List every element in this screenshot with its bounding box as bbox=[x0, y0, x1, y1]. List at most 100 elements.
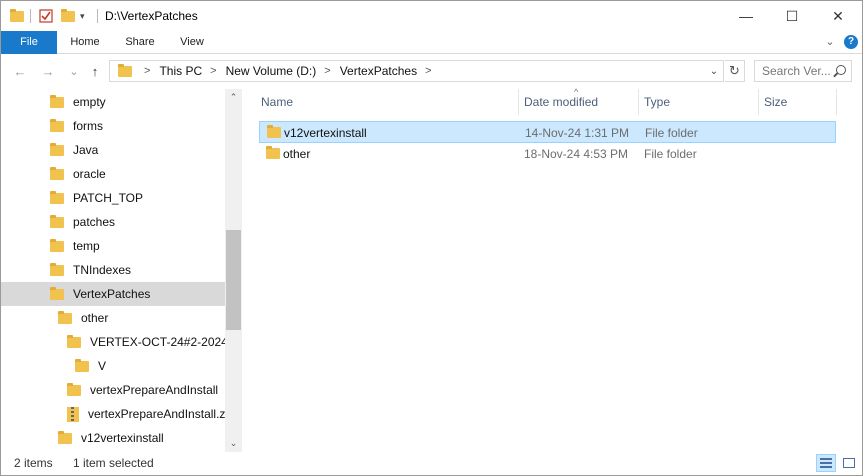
selection-count: 1 item selected bbox=[73, 456, 154, 470]
large-icons-view-icon bbox=[843, 458, 855, 468]
up-button[interactable]: ↑ bbox=[86, 62, 104, 80]
divider bbox=[30, 9, 31, 23]
search-icon[interactable] bbox=[836, 65, 846, 75]
divider bbox=[97, 9, 98, 23]
file-date-cell: 14-Nov-24 1:31 PM bbox=[525, 126, 630, 140]
tree-item-label: forms bbox=[73, 119, 103, 133]
tree-item-label: VertexPatches bbox=[73, 287, 151, 301]
folder-icon bbox=[50, 238, 64, 252]
zip-file-icon bbox=[67, 406, 79, 422]
breadcrumb-separator[interactable]: > bbox=[425, 65, 431, 77]
tab-share[interactable]: Share bbox=[116, 31, 164, 54]
column-header-type[interactable]: Type bbox=[638, 89, 758, 115]
folder-icon bbox=[50, 142, 64, 156]
tree-item-label: empty bbox=[73, 95, 106, 109]
tree-item-label: v12vertexinstall bbox=[81, 431, 164, 445]
back-button[interactable]: ← bbox=[11, 62, 29, 80]
breadcrumb-vertexpatches[interactable]: VertexPatches bbox=[340, 64, 417, 78]
scroll-up-button[interactable]: ⌃ bbox=[225, 89, 242, 106]
maximize-button[interactable]: ☐ bbox=[769, 1, 815, 31]
tree-item[interactable]: vertexPrepareAndInstall.zip bbox=[1, 402, 225, 426]
folder-icon bbox=[75, 358, 89, 372]
quick-access-folder-icon[interactable] bbox=[10, 7, 24, 25]
column-header-size[interactable]: Size bbox=[758, 89, 836, 115]
tree-item[interactable]: V bbox=[1, 354, 225, 378]
column-divider[interactable] bbox=[836, 89, 837, 115]
tree-item[interactable]: TNIndexes bbox=[1, 258, 225, 282]
tree-item-label: oracle bbox=[73, 167, 106, 181]
tree-item[interactable]: vertexPrepareAndInstall bbox=[1, 378, 225, 402]
navigation-scrollbar[interactable]: ⌃ ⌄ bbox=[225, 89, 242, 452]
details-view-button[interactable] bbox=[816, 454, 836, 472]
folder-icon bbox=[266, 146, 280, 159]
file-name-cell: other bbox=[283, 147, 311, 161]
help-icon[interactable]: ? bbox=[844, 35, 858, 49]
tree-item[interactable]: PATCH_TOP bbox=[1, 186, 225, 210]
tree-item-label: TNIndexes bbox=[73, 263, 132, 277]
tree-item[interactable]: patches bbox=[1, 210, 225, 234]
properties-checkbox-icon[interactable] bbox=[39, 7, 53, 25]
folder-icon bbox=[58, 430, 72, 444]
folder-icon bbox=[267, 125, 281, 138]
tree-item-label: Java bbox=[73, 143, 99, 157]
folder-icon bbox=[50, 262, 64, 276]
column-header-date[interactable]: Date modified bbox=[518, 89, 638, 115]
tree-item-label: vertexPrepareAndInstall.zip bbox=[88, 407, 225, 421]
expand-ribbon-icon[interactable]: ⌄ bbox=[821, 31, 839, 54]
file-date-cell: 18-Nov-24 4:53 PM bbox=[524, 147, 629, 161]
tree-item[interactable]: VERTEX-OCT-24#2-2024-1 bbox=[1, 330, 225, 354]
tab-home[interactable]: Home bbox=[61, 31, 109, 54]
tree-item[interactable]: empty bbox=[1, 90, 225, 114]
tree-item-label: V bbox=[98, 359, 107, 373]
tree-item-label: patches bbox=[73, 215, 116, 229]
window-title: D:\VertexPatches bbox=[105, 9, 198, 23]
file-type-cell: File folder bbox=[644, 147, 697, 161]
tree-item[interactable]: oracle bbox=[1, 162, 225, 186]
details-view-icon bbox=[820, 458, 832, 468]
folder-icon bbox=[50, 94, 64, 108]
folder-icon bbox=[50, 190, 64, 204]
file-row[interactable]: v12vertexinstall 14-Nov-24 1:31 PM File fo… bbox=[259, 121, 836, 143]
tab-file[interactable]: File bbox=[1, 31, 57, 54]
tree-item[interactable]: temp bbox=[1, 234, 225, 258]
column-header-name[interactable]: Name bbox=[255, 89, 517, 115]
file-row[interactable]: other 18-Nov-24 4:53 PM File folder bbox=[259, 143, 836, 165]
customize-toolbar-icon[interactable]: ▾ bbox=[80, 7, 85, 25]
address-bar[interactable]: > This PC > New Volume (D:) > VertexPatc… bbox=[109, 60, 724, 82]
large-icons-view-button[interactable] bbox=[839, 454, 859, 472]
tree-item-label: PATCH_TOP bbox=[73, 191, 144, 205]
tree-item[interactable]: other bbox=[1, 306, 225, 330]
tree-item[interactable]: forms bbox=[1, 114, 225, 138]
title-bar: ▾ D:\VertexPatches — ☐ ✕ bbox=[1, 1, 862, 31]
recent-locations-button[interactable]: ⌄ bbox=[65, 62, 83, 80]
tree-item[interactable]: Java bbox=[1, 138, 225, 162]
breadcrumb-separator: > bbox=[144, 65, 151, 77]
search-input[interactable]: Search Ver... bbox=[754, 60, 852, 82]
tree-item[interactable]: VertexPatches bbox=[1, 282, 225, 306]
address-dropdown-icon[interactable]: ⌄ bbox=[705, 61, 723, 81]
tree-item-label: vertexPrepareAndInstall bbox=[90, 383, 219, 397]
new-folder-icon[interactable] bbox=[61, 7, 75, 25]
breadcrumb-new-volume[interactable]: New Volume (D:) bbox=[226, 64, 317, 78]
refresh-button[interactable]: ↻ bbox=[725, 60, 745, 82]
folder-icon bbox=[50, 214, 64, 228]
tab-view[interactable]: View bbox=[169, 31, 215, 54]
scroll-down-button[interactable]: ⌄ bbox=[225, 435, 242, 452]
forward-button[interactable]: → bbox=[39, 62, 57, 80]
file-type-cell: File folder bbox=[645, 126, 698, 140]
folder-icon bbox=[50, 166, 64, 180]
tree-item-label: VERTEX-OCT-24#2-2024-1 bbox=[90, 335, 225, 349]
breadcrumb-this-pc[interactable]: This PC bbox=[159, 64, 202, 78]
tree-item-label: temp bbox=[73, 239, 100, 253]
folder-icon bbox=[67, 334, 81, 348]
close-button[interactable]: ✕ bbox=[815, 1, 861, 31]
ribbon-tabs: File Home Share View ⌄ ? bbox=[1, 31, 862, 54]
item-count: 2 items bbox=[14, 456, 53, 470]
minimize-button[interactable]: — bbox=[723, 1, 769, 31]
explorer-window: ▾ D:\VertexPatches — ☐ ✕ File Home Share… bbox=[0, 0, 863, 476]
file-name-cell: v12vertexinstall bbox=[284, 126, 367, 140]
tree-item[interactable]: v12vertexinstall bbox=[1, 426, 225, 450]
breadcrumb-separator[interactable]: > bbox=[324, 65, 330, 77]
scroll-thumb[interactable] bbox=[226, 230, 241, 330]
breadcrumb-separator[interactable]: > bbox=[210, 65, 216, 77]
